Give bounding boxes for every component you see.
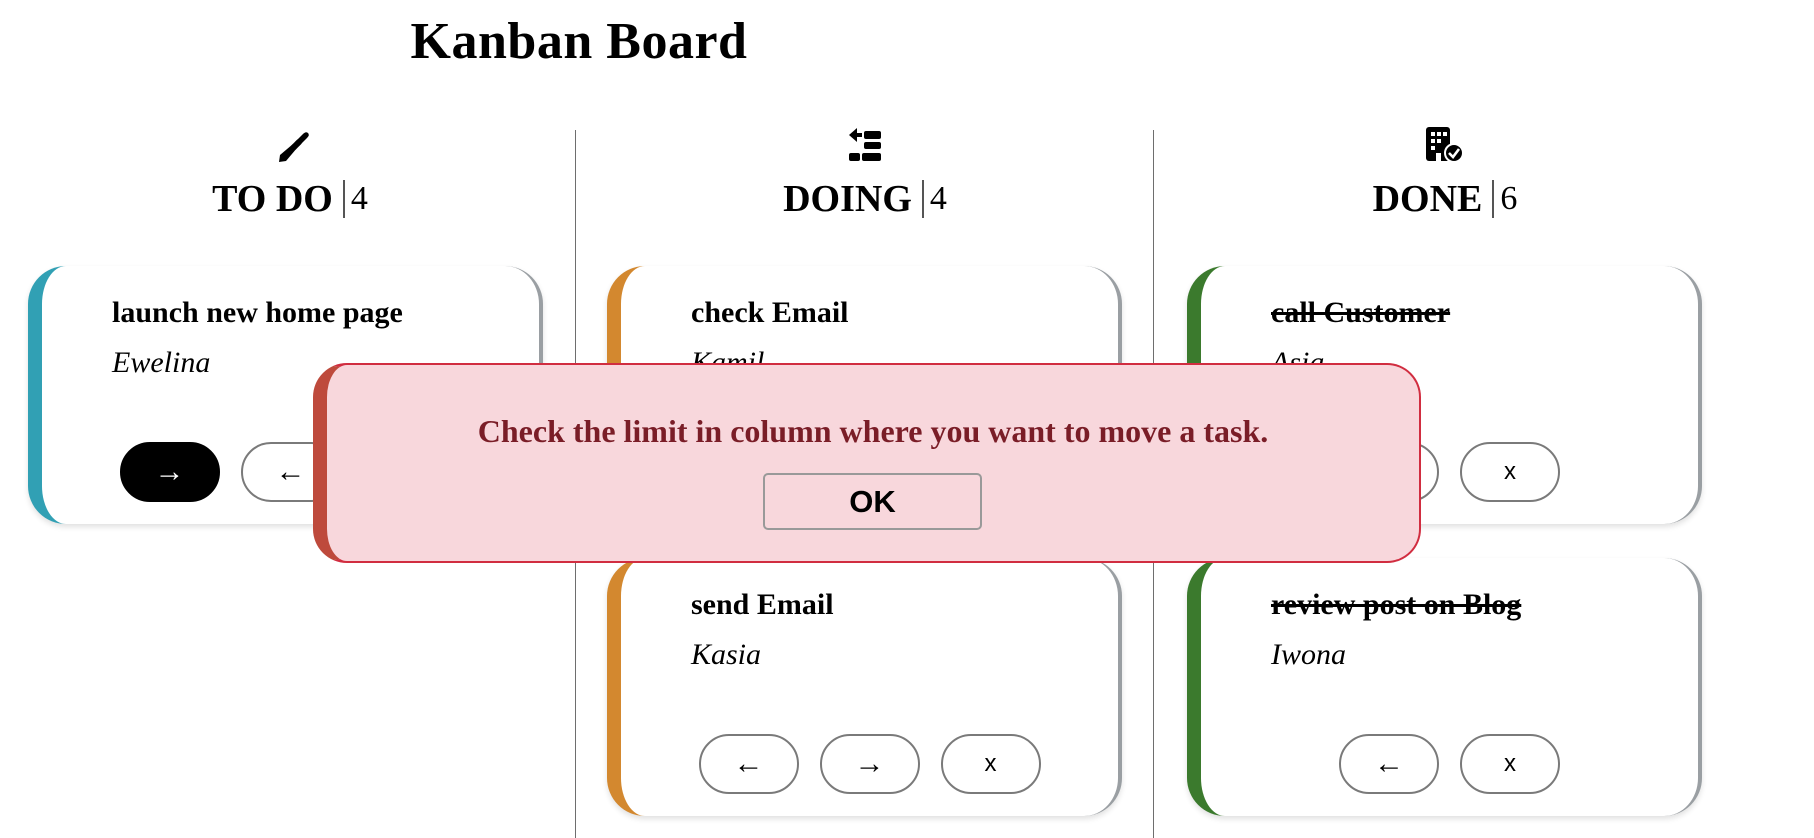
delete-button[interactable]: x	[1460, 442, 1560, 502]
move-left-button[interactable]: ←	[1339, 734, 1439, 794]
column-title: DONE	[1372, 178, 1483, 220]
column-title: TO DO	[212, 178, 333, 220]
alert-message: Check the limit in column where you want…	[477, 413, 1269, 449]
task-owner: Kasia	[691, 638, 762, 671]
trowel-icon	[0, 125, 580, 165]
column-count: 6	[1500, 180, 1518, 217]
task-owner: Ewelina	[112, 346, 211, 379]
task-card: send Email Kasia ← → x	[607, 558, 1122, 816]
task-title: call Customer	[1271, 296, 1451, 329]
task-title: launch new home page	[112, 296, 403, 329]
separator	[921, 180, 924, 218]
separator	[1492, 180, 1495, 218]
task-title: send Email	[691, 588, 834, 621]
ok-button[interactable]: OK	[763, 473, 982, 530]
move-left-button[interactable]: ←	[698, 734, 799, 794]
delete-button[interactable]: x	[940, 734, 1041, 794]
building-check-icon	[1155, 125, 1735, 165]
move-right-button[interactable]: →	[819, 734, 920, 794]
column-header-todo: TO DO 4	[0, 125, 580, 221]
move-right-button[interactable]: →	[119, 442, 220, 502]
column-header-done: DONE 6	[1155, 125, 1735, 221]
column-count: 4	[929, 180, 947, 217]
page-title: Kanban Board	[410, 13, 748, 70]
task-title: check Email	[691, 296, 849, 329]
task-card: review post on Blog Iwona ← x	[1187, 558, 1702, 816]
column-title: DOING	[783, 178, 912, 220]
delete-button[interactable]: x	[1460, 734, 1560, 794]
column-count: 4	[350, 180, 368, 217]
tasks-list-icon	[575, 125, 1155, 165]
separator	[342, 180, 345, 218]
task-title: review post on Blog	[1271, 588, 1522, 621]
task-owner: Iwona	[1271, 638, 1346, 671]
column-header-doing: DOING 4	[575, 125, 1155, 221]
limit-alert-dialog: Check the limit in column where you want…	[313, 363, 1421, 563]
